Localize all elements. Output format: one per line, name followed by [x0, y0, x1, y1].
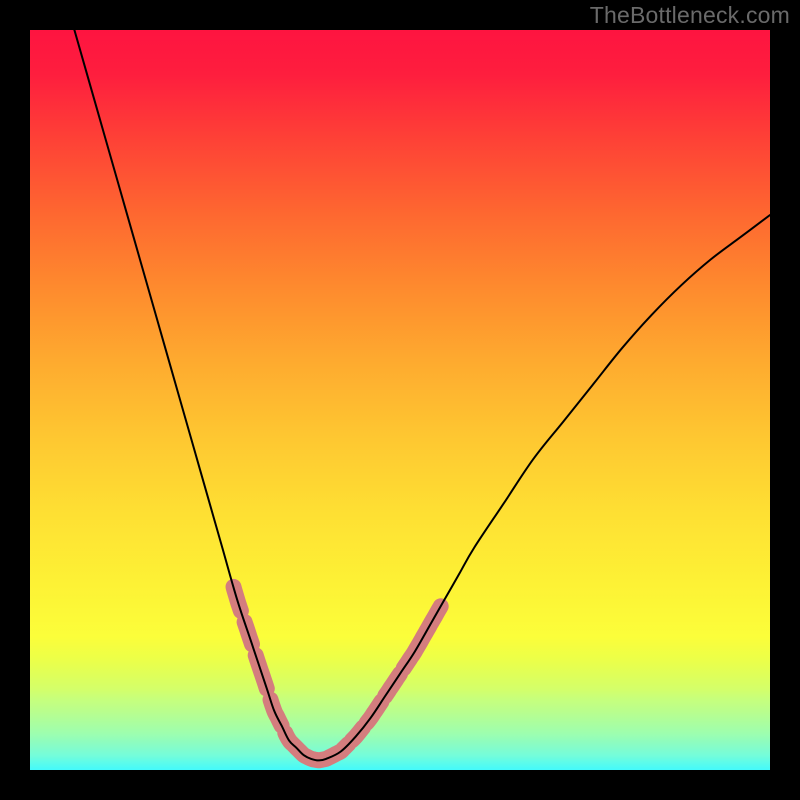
bottleneck-curve [74, 30, 770, 760]
chart-frame: TheBottleneck.com [0, 0, 800, 800]
highlight-dash [367, 702, 382, 723]
highlight-dash [352, 728, 363, 741]
highlight-dash [271, 700, 282, 726]
curve-overlay [30, 30, 770, 770]
highlight-dash [385, 674, 400, 696]
highlight-dash [245, 622, 252, 644]
highlight-dash [285, 733, 348, 760]
highlight-dash [234, 587, 241, 611]
highlight-dashes [234, 587, 441, 760]
highlight-dash [256, 655, 267, 688]
plot-area [30, 30, 770, 770]
watermark-text: TheBottleneck.com [590, 2, 790, 29]
highlight-dash [404, 606, 441, 668]
